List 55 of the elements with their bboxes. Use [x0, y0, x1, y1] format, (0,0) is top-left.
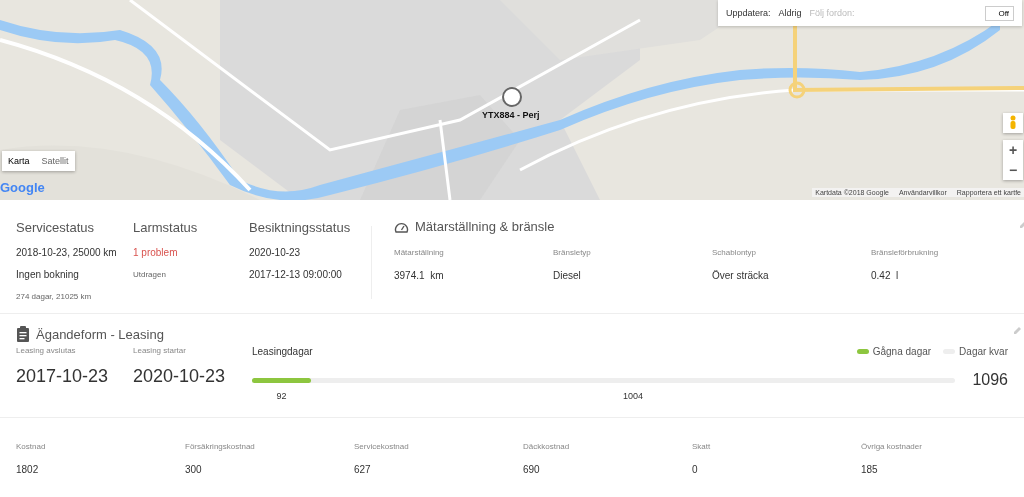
field-value: 0.42 l [871, 270, 900, 281]
date-value: 2020-10-23 [133, 366, 227, 387]
field-label: Schablontyp [712, 248, 758, 257]
field-value: 627 [354, 464, 372, 475]
section-title: Ägandeform - Leasing [36, 326, 164, 342]
date-value: 2017-10-23 [16, 366, 110, 387]
update-label: Uppdatera: [726, 8, 771, 18]
field-value: 3974.1 km [394, 270, 445, 281]
map-type-tab[interactable]: Karta [2, 151, 36, 171]
field-value: 1802 [16, 464, 40, 475]
field-label: Servicekostnad [354, 442, 410, 451]
logo: Google [0, 180, 45, 195]
field-label: Leasing startar [133, 346, 187, 355]
chart-title: Leasingdagar [252, 346, 313, 357]
total-days: 1096 [972, 371, 1008, 389]
passed-days: 92 [276, 391, 287, 401]
field-value: 690 [523, 464, 541, 475]
status-title: Servicestatus [16, 220, 96, 235]
status-value: 274 dagar, 21025 km [16, 291, 92, 301]
field-value: 300 [185, 464, 203, 475]
status-value: Ingen bokning [16, 268, 79, 280]
field-label: Försäkringskostnad [185, 442, 256, 451]
field-label: Däckkostnad [523, 442, 571, 451]
status-value: 2017-12-13 09:00:00 [249, 268, 342, 280]
alert-text: 1 problem [133, 246, 178, 258]
field-label: Leasing avslutas [16, 346, 77, 355]
legend-label: Dagar kvar [959, 346, 1008, 357]
field-value: 185 [861, 464, 879, 475]
follow-label: Följ fordon: [809, 8, 855, 18]
legend-label: Gågna dagar [872, 346, 932, 357]
section-title: Mätarställning & bränsle [415, 219, 555, 234]
edit-icon[interactable] [1013, 326, 1022, 335]
map-type-tab[interactable]: Satellit [35, 151, 75, 171]
field-value: 0 [692, 464, 699, 475]
field-label: Kostnad [16, 442, 47, 451]
vehicle-label: YTX884 - Perj [482, 110, 540, 120]
status-value: 2020-10-23 [249, 246, 301, 258]
clipboard-icon [16, 326, 30, 342]
update-value[interactable]: Aldrig [778, 8, 802, 18]
zoom-in-button[interactable]: + [1003, 140, 1023, 160]
status-title: Larmstatus [133, 220, 199, 235]
field-label: Bränsletyp [553, 248, 592, 257]
field-label: Skatt [692, 442, 712, 451]
field-value: Diesel [553, 270, 582, 281]
field-value: Över sträcka [712, 270, 770, 281]
field-label: Övriga kostnader [861, 442, 923, 451]
gauge-icon [394, 220, 409, 233]
status-value: Utdragen [133, 269, 166, 279]
status-title: Besiktningsstatus [249, 220, 352, 235]
remaining-days: 1004 [623, 391, 644, 401]
status-value: 2018-10-23, 25000 km [16, 246, 117, 258]
field-label: Mätarställning [394, 248, 445, 257]
field-label: Bränsleförbrukning [871, 248, 940, 257]
follow-toggle[interactable]: Off [985, 5, 1014, 21]
zoom-out-button[interactable]: − [1003, 160, 1023, 180]
